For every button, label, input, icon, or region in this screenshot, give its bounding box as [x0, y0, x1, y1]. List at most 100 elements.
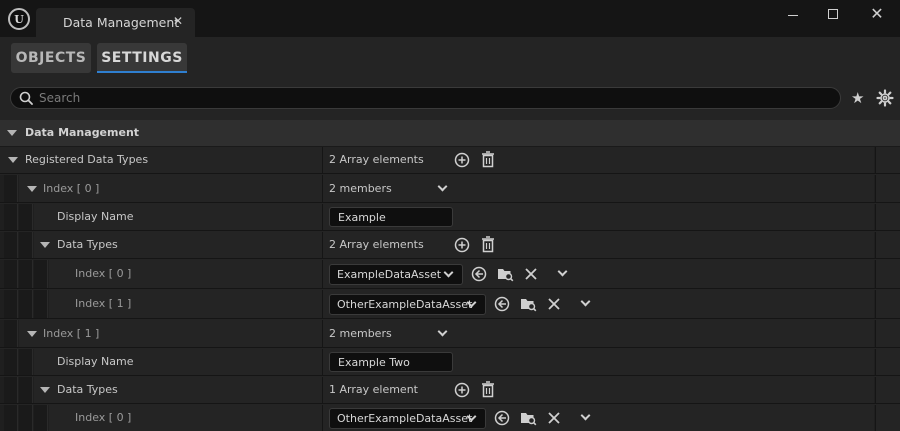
trash-icon[interactable]: [480, 236, 496, 253]
close-window-button[interactable]: ✕: [866, 4, 888, 23]
name-cell: Index [ 0 ]: [19, 175, 322, 202]
property-row-asset-index-0: Index [ 0 ] ExampleDataAsset: [0, 260, 900, 289]
property-label: Data Types: [57, 383, 118, 396]
expand-arrow-icon[interactable]: [27, 186, 37, 192]
active-tab-indicator: [97, 71, 187, 73]
chevron-down-icon[interactable]: [437, 326, 448, 337]
indent-guide: [4, 405, 18, 431]
add-element-icon[interactable]: [454, 382, 470, 398]
name-cell: Index [ 0 ]: [49, 405, 322, 431]
value-cell: ExampleDataAsset: [322, 260, 874, 288]
reset-cell: [875, 175, 900, 202]
name-cell: Index [ 0 ]: [49, 260, 322, 288]
maximize-button[interactable]: [822, 6, 844, 24]
chevron-down-icon[interactable]: [580, 296, 591, 307]
use-selected-asset-icon[interactable]: [471, 266, 487, 282]
name-cell: Data Types: [34, 377, 322, 403]
details-panel: OBJECTS SETTINGS ★: [0, 37, 900, 431]
browse-to-asset-icon[interactable]: [520, 296, 537, 312]
property-row-asset-index-0-2: Index [ 0 ] OtherExampleDataAsset: [0, 405, 900, 431]
name-cell: Data Types: [34, 232, 322, 258]
clear-icon[interactable]: [525, 268, 537, 280]
add-element-icon[interactable]: [454, 152, 470, 168]
reset-cell: [875, 204, 900, 230]
property-row-display-name-2: Display Name: [0, 349, 900, 376]
chevron-down-icon[interactable]: [557, 266, 568, 277]
property-label: Index [ 0 ]: [75, 267, 132, 280]
clear-icon[interactable]: [548, 412, 560, 424]
value-cell: [322, 349, 874, 375]
tab-objects[interactable]: OBJECTS: [11, 43, 91, 73]
array-count: 1 Array element: [329, 383, 418, 396]
property-label: Display Name: [57, 210, 134, 223]
property-label: Index [ 0 ]: [43, 182, 100, 195]
name-cell: Registered Data Types: [0, 147, 322, 173]
indent-guide: [4, 232, 18, 258]
reset-cell: [875, 405, 900, 431]
reset-cell: [875, 290, 900, 318]
minimize-icon: [788, 15, 798, 16]
asset-picker-value: ExampleDataAsset: [337, 268, 442, 281]
expand-arrow-icon[interactable]: [8, 157, 18, 163]
property-label: Index [ 0 ]: [75, 411, 132, 424]
category-data-management[interactable]: Data Management: [0, 120, 900, 147]
document-tab-title: Data Management: [63, 15, 180, 30]
unreal-logo-icon[interactable]: U: [8, 8, 30, 30]
value-cell: 2 members: [322, 320, 874, 347]
display-name-field[interactable]: [329, 207, 453, 227]
tab-settings[interactable]: SETTINGS: [97, 43, 187, 73]
asset-picker-value: OtherExampleDataAsset: [337, 412, 473, 425]
chevron-down-icon[interactable]: [580, 410, 591, 421]
asset-picker-combo[interactable]: ExampleDataAsset: [329, 264, 463, 285]
value-cell: 2 members: [322, 175, 874, 202]
indent-guide: [4, 260, 18, 288]
maximize-icon: [828, 9, 838, 19]
star-icon[interactable]: ★: [851, 89, 864, 107]
expand-arrow-icon[interactable]: [27, 331, 37, 337]
search-box[interactable]: [10, 87, 841, 109]
close-tab-icon[interactable]: ✕: [173, 14, 183, 28]
expand-arrow-icon[interactable]: [40, 242, 50, 248]
expand-arrow-icon[interactable]: [7, 130, 17, 136]
indent-guide: [4, 377, 18, 403]
clear-icon[interactable]: [548, 298, 560, 310]
name-cell: Index [ 1 ]: [49, 290, 322, 318]
name-cell: Index [ 1 ]: [19, 320, 322, 347]
tab-settings-label: SETTINGS: [101, 50, 183, 66]
add-element-icon[interactable]: [454, 237, 470, 253]
asset-picker-value: OtherExampleDataAsset: [337, 298, 473, 311]
trash-icon[interactable]: [480, 381, 496, 398]
property-row-data-types-2: Data Types 1 Array element: [0, 377, 900, 404]
value-cell: 1 Array element: [322, 377, 874, 403]
use-selected-asset-icon[interactable]: [494, 410, 510, 426]
reset-cell: [875, 260, 900, 288]
asset-picker-combo[interactable]: OtherExampleDataAsset: [329, 408, 486, 429]
indent-guide: [4, 320, 18, 347]
asset-picker-combo[interactable]: OtherExampleDataAsset: [329, 294, 486, 315]
trash-icon[interactable]: [480, 151, 496, 168]
search-icon: [19, 91, 33, 105]
members-count: 2 members: [329, 182, 392, 195]
indent-guide: [34, 405, 48, 431]
indent-guide: [4, 204, 18, 230]
property-row-registered-data-types: Registered Data Types 2 Array elements: [0, 147, 900, 174]
reset-cell: [875, 377, 900, 403]
use-selected-asset-icon[interactable]: [494, 296, 510, 312]
indent-guide: [4, 175, 18, 202]
expand-arrow-icon[interactable]: [40, 387, 50, 393]
minimize-button[interactable]: [782, 6, 804, 24]
document-tab[interactable]: Data Management ✕: [36, 8, 195, 37]
browse-to-asset-icon[interactable]: [520, 410, 537, 426]
property-row-index-0: Index [ 0 ] 2 members: [0, 175, 900, 203]
indent-guide: [19, 290, 33, 318]
indent-guide: [19, 204, 33, 230]
chevron-down-icon[interactable]: [437, 181, 448, 192]
name-cell: Display Name: [34, 349, 322, 375]
title-bar: U Data Management ✕ ✕: [0, 0, 900, 37]
display-name-field[interactable]: [329, 352, 453, 372]
search-input[interactable]: [39, 89, 829, 107]
browse-to-asset-icon[interactable]: [497, 266, 514, 282]
indent-guide: [19, 232, 33, 258]
gear-icon[interactable]: [876, 89, 894, 107]
indent-guide: [19, 405, 33, 431]
